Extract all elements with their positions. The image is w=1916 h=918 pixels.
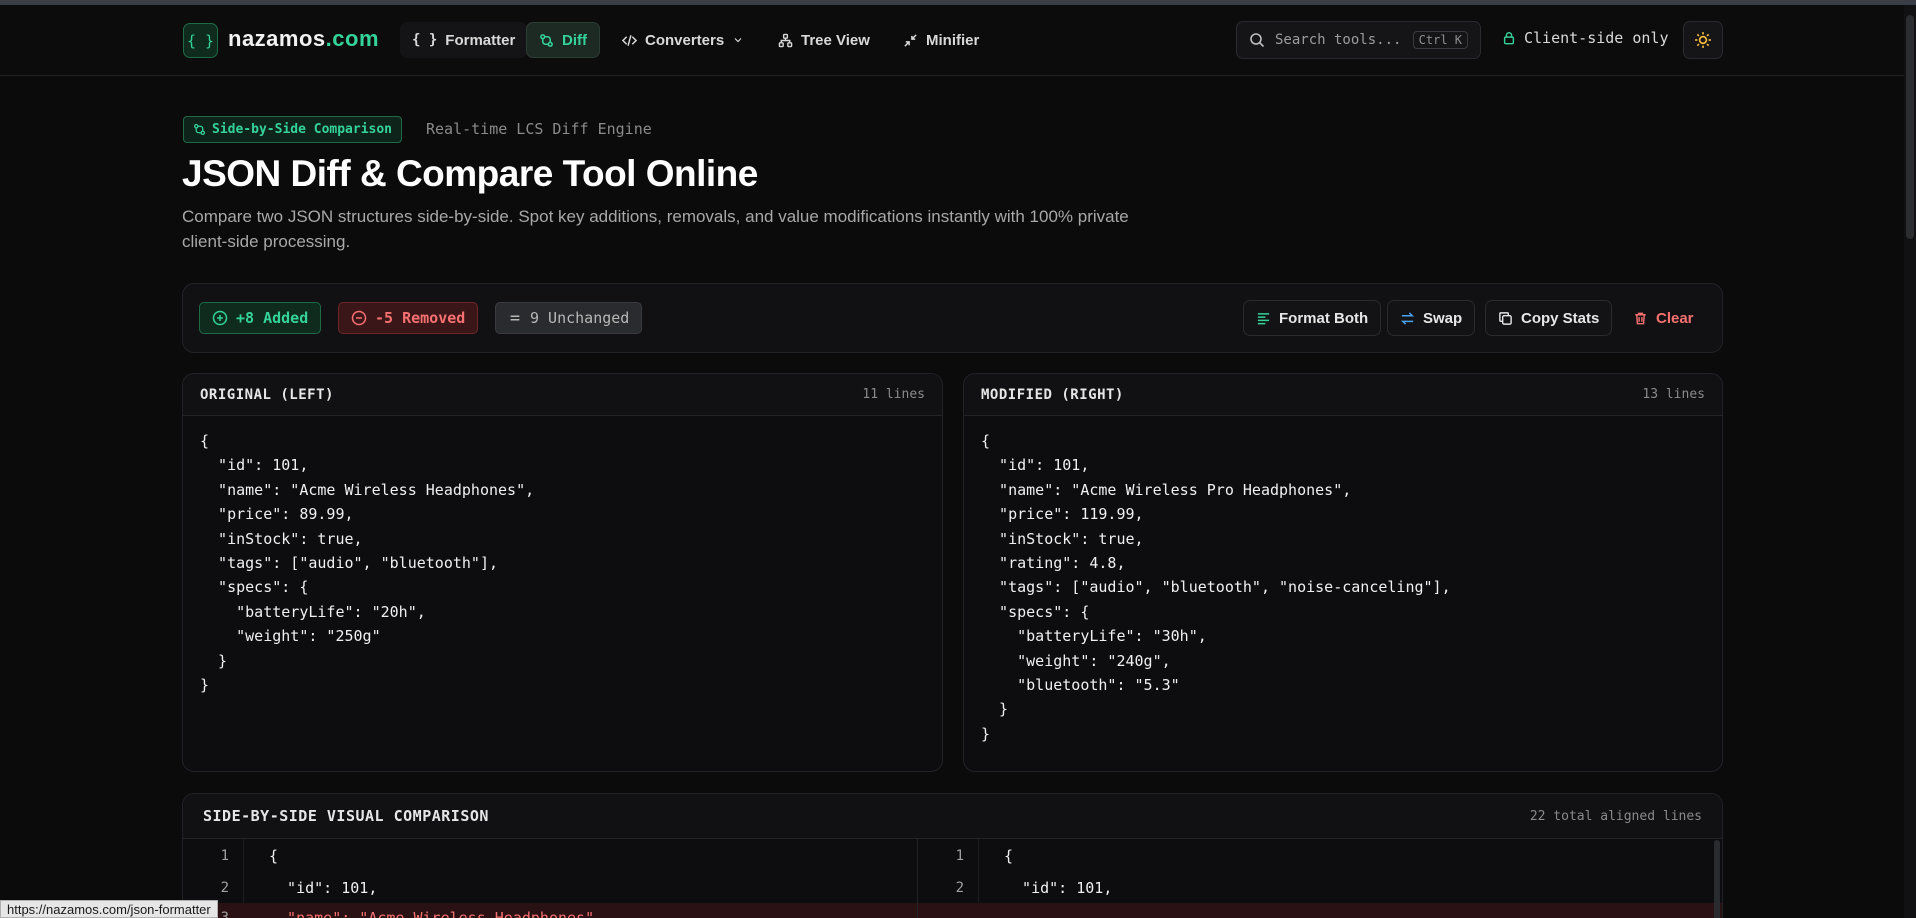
visual-comparison-panel: SIDE-BY-SIDE VISUAL COMPARISON 22 total … (182, 793, 1723, 918)
brand-name-main: nazamos (228, 26, 326, 51)
removed-count-badge: -5 Removed (338, 302, 479, 334)
added-count-label: +8 Added (236, 309, 309, 327)
link-status-url: https://nazamos.com/json-formatter (0, 900, 218, 918)
original-line-count: 11 lines (862, 387, 925, 402)
line-number: 2 (955, 880, 964, 896)
nav-converters-label: Converters (645, 31, 725, 49)
clear-button[interactable]: Clear (1621, 300, 1706, 336)
equals-icon (510, 315, 520, 321)
original-editor-title: ORIGINAL (LEFT) (200, 386, 334, 403)
original-json-textarea[interactable]: { "id": 101, "name": "Acme Wireless Head… (183, 416, 942, 710)
diff-marker: - (243, 909, 253, 918)
original-editor-header: ORIGINAL (LEFT) 11 lines (183, 374, 942, 416)
copy-stats-button[interactable]: Copy Stats (1485, 300, 1613, 336)
page-title: JSON Diff & Compare Tool Online (182, 153, 758, 194)
braces-icon: { } (412, 32, 438, 48)
copy-stats-label: Copy Stats (1521, 309, 1600, 327)
removed-count-label: -5 Removed (375, 309, 466, 327)
code-icon (622, 34, 637, 46)
git-compare-icon (193, 123, 206, 136)
diff-row: 2 "id": 101, (183, 873, 917, 903)
nav-tree-view[interactable]: Tree View (766, 22, 882, 58)
nav-diff[interactable]: Diff (526, 22, 600, 58)
copy-icon (1499, 311, 1512, 325)
unchanged-count-badge: 9 Unchanged (495, 302, 643, 334)
lock-icon (1503, 32, 1515, 45)
client-only-indicator: Client-side only (1502, 29, 1669, 47)
modified-editor-header: MODIFIED (RIGHT) 13 lines (964, 374, 1722, 416)
comparison-scrollbar[interactable] (1714, 840, 1720, 918)
nav-minifier[interactable]: Minifier (891, 22, 991, 58)
comparison-badge: Side-by-Side Comparison (183, 116, 403, 143)
scrollbar-thumb[interactable] (1906, 15, 1914, 239)
comparison-header: SIDE-BY-SIDE VISUAL COMPARISON 22 total … (183, 794, 1722, 839)
align-left-icon (1257, 312, 1270, 324)
logo-icon[interactable]: { } (183, 23, 218, 58)
added-count-badge: +8 Added (199, 302, 322, 334)
brand-name[interactable]: nazamos.com (228, 26, 379, 52)
page-description: Compare two JSON structures side-by-side… (182, 207, 1129, 251)
nav-diff-label: Diff (562, 31, 587, 49)
modified-editor[interactable]: MODIFIED (RIGHT) 13 lines { "id": 101, "… (963, 373, 1723, 772)
diff-row: 2 "id": 101, (918, 873, 1722, 903)
client-only-label: Client-side only (1524, 29, 1669, 47)
nav-minifier-label: Minifier (926, 31, 980, 49)
diff-row-placeholder (918, 903, 1722, 918)
engine-label: Real-time LCS Diff Engine (426, 120, 652, 138)
stats-toolbar: +8 Added -5 Removed 9 Unchanged Format B… (182, 283, 1723, 353)
swap-button[interactable]: Swap (1387, 300, 1476, 336)
search-placeholder: Search tools... (1275, 32, 1402, 48)
right-diff-pane: 1{ 2 "id": 101, (918, 839, 1722, 918)
git-compare-icon (540, 33, 553, 47)
swap-arrows-icon (1401, 311, 1414, 325)
unchanged-count-label: 9 Unchanged (530, 309, 630, 327)
nav-formatter[interactable]: { } Formatter (400, 22, 528, 58)
clear-label: Clear (1656, 309, 1694, 327)
diff-row: 1{ (918, 841, 1722, 871)
left-diff-pane: 1{ 2 "id": 101, 3- "name": "Acme Wireles… (183, 839, 917, 918)
format-both-button[interactable]: Format Both (1243, 300, 1382, 336)
diff-line-text: "id": 101, (269, 879, 378, 897)
chevron-down-icon (734, 38, 742, 43)
diff-line-text: { (269, 847, 279, 865)
line-number: 2 (220, 880, 229, 896)
nav-formatter-label: Formatter (445, 31, 516, 49)
plus-circle-icon (212, 310, 228, 326)
comparison-title: SIDE-BY-SIDE VISUAL COMPARISON (203, 807, 489, 825)
swap-label: Swap (1423, 309, 1463, 327)
brand-tld: .com (325, 26, 380, 51)
diff-line-text: "id": 101, (1004, 879, 1113, 897)
original-editor[interactable]: ORIGINAL (LEFT) 11 lines { "id": 101, "n… (182, 373, 943, 772)
search-input[interactable]: Search tools... Ctrl K (1236, 21, 1481, 59)
minimize-icon (904, 33, 917, 47)
modified-json-textarea[interactable]: { "id": 101, "name": "Acme Wireless Pro … (964, 416, 1722, 759)
modified-line-count: 13 lines (1642, 387, 1705, 402)
diff-row: 1{ (183, 841, 917, 871)
modified-editor-title: MODIFIED (RIGHT) (981, 386, 1124, 403)
search-icon (1250, 33, 1265, 48)
diff-line-text: { (1004, 847, 1014, 865)
theme-toggle-button[interactable] (1683, 21, 1723, 59)
diff-row-removed: 3- "name": "Acme Wireless Headphones", (183, 903, 917, 918)
diff-line-text: "name": "Acme Wireless Headphones", (269, 909, 604, 918)
format-both-label: Format Both (1279, 309, 1369, 327)
sun-icon (1695, 32, 1711, 48)
line-number: 1 (220, 848, 229, 864)
trash-icon (1635, 312, 1646, 324)
badge-label: Side-by-Side Comparison (212, 122, 393, 137)
nav-tree-view-label: Tree View (801, 31, 870, 49)
line-number: 1 (955, 848, 964, 864)
comparison-line-total: 22 total aligned lines (1529, 808, 1702, 824)
search-shortcut: Ctrl K (1412, 31, 1468, 49)
nav-converters[interactable]: Converters (610, 22, 756, 58)
tree-icon (778, 33, 793, 47)
minus-circle-icon (351, 310, 367, 326)
page-scrollbar[interactable] (1904, 5, 1916, 918)
